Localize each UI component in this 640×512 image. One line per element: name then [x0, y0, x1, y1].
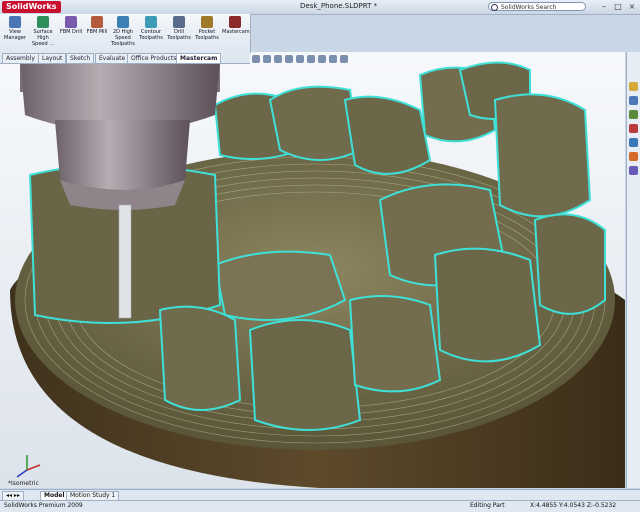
- mastercam-button[interactable]: Mastercam: [222, 16, 250, 35]
- zoom-area-icon[interactable]: [263, 55, 271, 63]
- pocket-icon: [201, 16, 213, 28]
- highspeed-2d-button[interactable]: 2D High Speed Toolpaths: [110, 16, 136, 47]
- fbm-mill-button[interactable]: FBM Mill: [84, 16, 110, 35]
- view-manager-icon: [9, 16, 21, 28]
- surface-high-speed-button[interactable]: Surface High Speed ...: [30, 16, 56, 47]
- appearance-icon[interactable]: [329, 55, 337, 63]
- fbm-drill-icon: [65, 16, 77, 28]
- drill-toolpaths-button[interactable]: Drill Toolpaths: [166, 16, 192, 41]
- previous-view-icon[interactable]: [274, 55, 282, 63]
- search-placeholder: SolidWorks Search: [501, 4, 557, 11]
- axis-triad: [16, 455, 41, 478]
- task-pane: [626, 52, 640, 488]
- fbm-mill-icon: [91, 16, 103, 28]
- heads-up-view-toolbar: [252, 55, 348, 64]
- tab-assembly[interactable]: Assembly: [2, 53, 39, 63]
- view-manager-button[interactable]: View Manager: [2, 16, 28, 41]
- scene-icon[interactable]: [340, 55, 348, 63]
- contour-toolpaths-button[interactable]: Contour Toolpaths: [138, 16, 164, 41]
- minimize-button[interactable]: –: [598, 1, 610, 12]
- custom-properties-icon[interactable]: [629, 166, 638, 175]
- document-title: Desk_Phone.SLDPRT *: [300, 2, 378, 10]
- status-bar: SolidWorks Premium 2009 Editing Part X:4…: [0, 500, 640, 512]
- cursor-coordinates: X:4.4855 Y:4.0543 Z:-0.5232: [530, 502, 617, 509]
- display-style-icon[interactable]: [307, 55, 315, 63]
- drill-icon: [173, 16, 185, 28]
- contour-icon: [145, 16, 157, 28]
- solidworks-logo[interactable]: SolidWorks: [2, 1, 61, 13]
- view-orientation-label: *Isometric: [8, 480, 39, 487]
- appearances-icon[interactable]: [629, 152, 638, 161]
- resources-icon[interactable]: [629, 82, 638, 91]
- graphics-viewport[interactable]: *Isometric: [0, 52, 625, 488]
- design-library-icon[interactable]: [629, 96, 638, 105]
- tab-sketch[interactable]: Sketch: [66, 53, 95, 63]
- bottom-tabs: ◂◂ ▸▸ Model Motion Study 1: [0, 489, 640, 501]
- search-icon: [491, 4, 498, 11]
- tab-mastercam[interactable]: Mastercam: [176, 53, 222, 63]
- title-bar: SolidWorks Desk_Phone.SLDPRT * SolidWork…: [0, 0, 640, 15]
- mastercam-icon: [229, 16, 241, 28]
- close-button[interactable]: ×: [626, 1, 638, 12]
- hide-show-icon[interactable]: [318, 55, 326, 63]
- search-input[interactable]: SolidWorks Search: [488, 2, 586, 11]
- end-mill-cutter: [118, 204, 132, 319]
- tab-evaluate[interactable]: Evaluate: [95, 53, 130, 63]
- product-name: SolidWorks Premium 2009: [4, 502, 83, 509]
- zoom-fit-icon[interactable]: [252, 55, 260, 63]
- section-view-icon[interactable]: [285, 55, 293, 63]
- cnc-toolpath-render: [10, 52, 625, 488]
- view-palette-icon[interactable]: [629, 138, 638, 147]
- view-orientation-icon[interactable]: [296, 55, 304, 63]
- fbm-drill-button[interactable]: FBM Drill: [58, 16, 84, 35]
- commandmanager-ribbon: View Manager Surface High Speed ... FBM …: [0, 14, 251, 53]
- tab-office-products[interactable]: Office Products: [127, 53, 181, 63]
- tab-layout[interactable]: Layout: [38, 53, 67, 63]
- file-explorer-icon[interactable]: [629, 110, 638, 119]
- search-results-icon[interactable]: [629, 124, 638, 133]
- edit-mode: Editing Part: [470, 502, 505, 509]
- app-name: SolidWorks: [6, 2, 57, 11]
- highspeed-2d-icon: [117, 16, 129, 28]
- commandmanager-tabs: Assembly Layout Sketch Evaluate Office P…: [0, 52, 250, 64]
- maximize-button[interactable]: □: [612, 1, 624, 12]
- surface-speed-icon: [37, 16, 49, 28]
- pocket-toolpaths-button[interactable]: Pocket Toolpaths: [194, 16, 220, 41]
